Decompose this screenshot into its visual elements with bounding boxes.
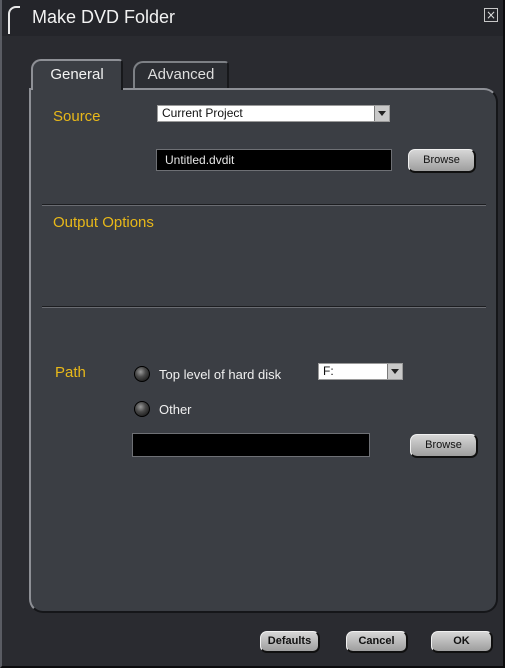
cancel-button[interactable]: Cancel [346,631,408,653]
radio-top-level-label[interactable]: Top level of hard disk [159,367,281,382]
path-browse-button[interactable]: Browse [410,434,478,458]
source-file-field[interactable]: Untitled.dvdit [156,149,392,171]
tab-advanced[interactable]: Advanced [133,61,229,88]
ok-button[interactable]: OK [431,631,493,653]
divider [42,204,486,206]
radio-other[interactable] [134,401,150,417]
source-label: Source [53,108,101,125]
source-browse-button[interactable]: Browse [408,149,476,173]
defaults-button[interactable]: Defaults [260,631,320,653]
output-options-label: Output Options [53,214,154,231]
other-path-field[interactable] [132,433,370,457]
source-dropdown[interactable]: Current Project [157,105,390,122]
chevron-down-icon[interactable] [387,364,402,379]
path-label: Path [55,364,86,381]
chevron-down-icon[interactable] [374,106,389,121]
title-notch-decoration [8,6,20,34]
drive-dropdown-value: F: [323,364,334,378]
radio-top-level[interactable] [134,366,150,382]
source-dropdown-value: Current Project [162,106,243,120]
close-icon[interactable]: × [484,8,498,22]
window-title: Make DVD Folder [32,7,176,27]
tab-general[interactable]: General [31,59,123,90]
title-bar[interactable]: Make DVD Folder × [2,0,503,36]
drive-dropdown[interactable]: F: [318,363,403,380]
make-dvd-folder-dialog: Make DVD Folder × Advanced General Sourc… [0,0,505,668]
divider [42,306,486,308]
radio-other-label[interactable]: Other [159,402,192,417]
